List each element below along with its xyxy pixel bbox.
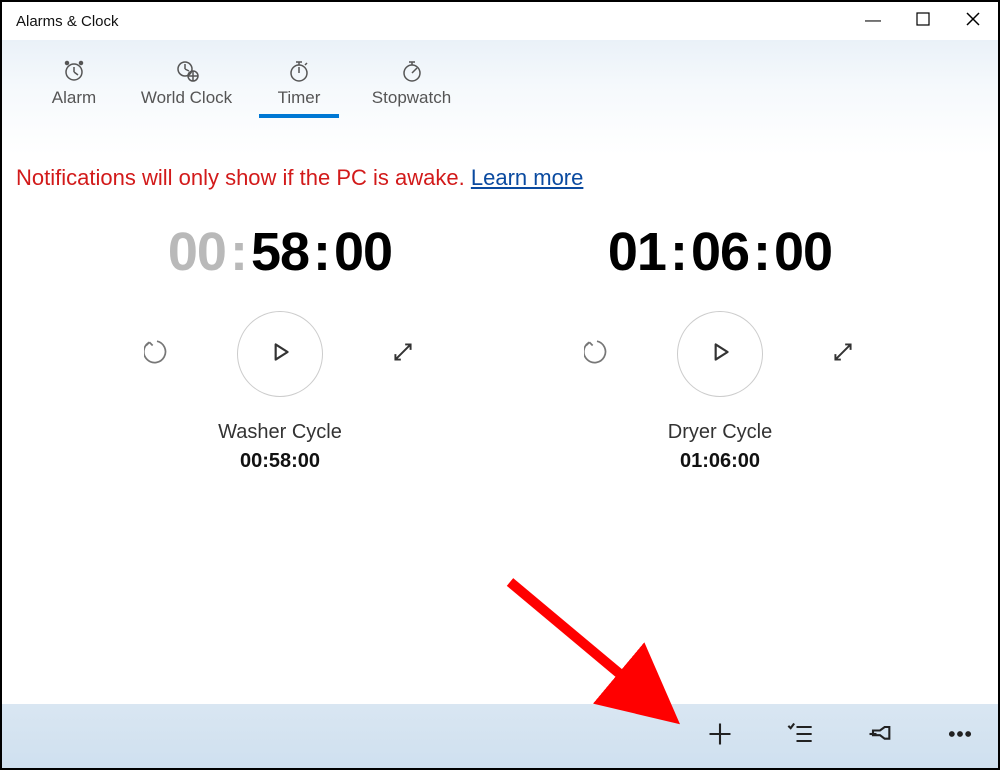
timer-icon — [283, 58, 315, 84]
pin-icon — [866, 720, 894, 753]
timer-controls — [505, 311, 935, 397]
notification-text: Notifications will only show if the PC i… — [16, 165, 471, 190]
play-icon — [267, 339, 293, 370]
add-timer-button[interactable] — [690, 711, 750, 761]
maximize-button[interactable] — [898, 2, 948, 40]
title-bar: Alarms & Clock — — [2, 2, 998, 40]
play-button[interactable] — [237, 311, 323, 397]
timer-controls — [65, 311, 495, 397]
select-timers-button[interactable] — [770, 711, 830, 761]
timer-hours: 01 — [608, 222, 666, 282]
close-icon — [965, 11, 981, 31]
window-controls: — — [848, 2, 998, 40]
timer-sub-display: 00:58:00 — [65, 450, 495, 473]
minimize-icon: — — [865, 13, 881, 29]
tab-stopwatch[interactable]: Stopwatch — [349, 58, 474, 118]
timer-seconds: 00 — [334, 222, 392, 282]
timer-name: Washer Cycle — [65, 421, 495, 444]
minimize-button[interactable]: — — [848, 2, 898, 40]
reset-button[interactable] — [577, 334, 617, 374]
maximize-icon — [916, 12, 930, 30]
more-icon — [946, 720, 974, 753]
window-title: Alarms & Clock — [16, 13, 119, 30]
stopwatch-icon — [396, 58, 428, 84]
timer-seconds: 00 — [774, 222, 832, 282]
timer-minutes: 58 — [251, 222, 309, 282]
tab-stopwatch-label: Stopwatch — [372, 88, 451, 108]
tab-world-clock[interactable]: World Clock — [124, 58, 249, 118]
checklist-icon — [786, 720, 814, 753]
expand-icon — [830, 339, 856, 370]
tab-strip: Alarm World Clock Timer — [2, 40, 998, 118]
play-button[interactable] — [677, 311, 763, 397]
notification-bar: Notifications will only show if the PC i… — [2, 155, 998, 201]
timer-large-display: 01:06:00 — [505, 221, 935, 283]
tab-world-clock-label: World Clock — [141, 88, 232, 108]
tab-alarm-label: Alarm — [52, 88, 96, 108]
plus-icon — [706, 720, 734, 753]
tab-alarm[interactable]: Alarm — [24, 58, 124, 118]
timer-card-washer: 00:58:00 Washer Cycle 00:58:00 — [65, 221, 495, 473]
play-icon — [707, 339, 733, 370]
tab-timer-label: Timer — [278, 88, 321, 108]
reset-icon — [144, 339, 170, 370]
close-button[interactable] — [948, 2, 998, 40]
pin-button[interactable] — [850, 711, 910, 761]
expand-button[interactable] — [383, 334, 423, 374]
timer-hours: 00 — [168, 222, 226, 282]
reset-button[interactable] — [137, 334, 177, 374]
command-bar — [2, 704, 998, 768]
learn-more-link[interactable]: Learn more — [471, 165, 584, 190]
expand-icon — [390, 339, 416, 370]
timer-large-display: 00:58:00 — [65, 221, 495, 283]
tab-strip-area: Alarm World Clock Timer — [2, 40, 998, 155]
reset-icon — [584, 339, 610, 370]
timer-card-dryer: 01:06:00 Dryer Cycle 01:06:00 — [505, 221, 935, 473]
world-clock-icon — [171, 58, 203, 84]
timer-minutes: 06 — [691, 222, 749, 282]
tab-timer[interactable]: Timer — [249, 58, 349, 118]
alarm-icon — [58, 58, 90, 84]
timers-container: 00:58:00 Washer Cycle 00:58:00 — [2, 201, 998, 473]
more-button[interactable] — [930, 711, 990, 761]
timer-sub-display: 01:06:00 — [505, 450, 935, 473]
expand-button[interactable] — [823, 334, 863, 374]
timer-name: Dryer Cycle — [505, 421, 935, 444]
